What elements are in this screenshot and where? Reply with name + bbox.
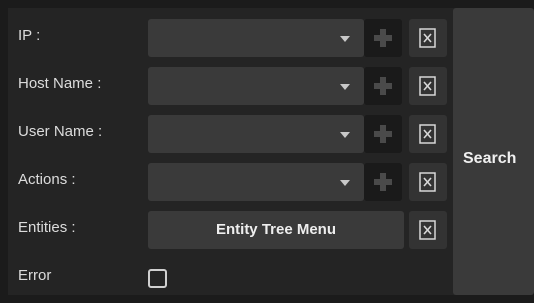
user-name-clear-button[interactable] [409,115,447,153]
plus-icon [374,125,392,143]
user-name-row: User Name : [8,112,458,154]
clear-x-icon [419,220,436,240]
actions-clear-button[interactable] [409,163,447,201]
host-name-dropdown[interactable] [148,67,364,105]
user-name-label: User Name : [18,123,103,140]
ip-row: IP : [8,16,458,58]
clear-x-icon [419,124,436,144]
error-label: Error [18,267,52,284]
clear-x-icon [419,76,436,96]
host-name-clear-button[interactable] [409,67,447,105]
actions-dropdown[interactable] [148,163,364,201]
chevron-down-icon [340,132,350,138]
host-name-label: Host Name : [18,75,102,92]
entity-tree-menu-button[interactable]: Entity Tree Menu [148,211,404,249]
clear-x-icon [419,172,436,192]
search-button-label: Search [463,150,517,167]
entities-clear-button[interactable] [409,211,447,249]
entities-label: Entities : [18,219,76,236]
host-name-row: Host Name : [8,64,458,106]
plus-icon [374,77,392,95]
user-name-add-button[interactable] [364,115,402,153]
actions-row: Actions : [8,160,458,202]
chevron-down-icon [340,180,350,186]
ip-clear-button[interactable] [409,19,447,57]
plus-icon [374,29,392,47]
entities-row: Entities : Entity Tree Menu [8,208,458,250]
search-button[interactable]: Search [453,8,534,295]
user-name-dropdown[interactable] [148,115,364,153]
error-checkbox[interactable] [148,269,167,288]
error-row: Error [8,256,458,298]
host-name-add-button[interactable] [364,67,402,105]
ip-add-button[interactable] [364,19,402,57]
clear-x-icon [419,28,436,48]
ip-dropdown[interactable] [148,19,364,57]
actions-add-button[interactable] [364,163,402,201]
chevron-down-icon [340,84,350,90]
plus-icon [374,173,392,191]
ip-label: IP : [18,27,41,44]
chevron-down-icon [340,36,350,42]
actions-label: Actions : [18,171,76,188]
